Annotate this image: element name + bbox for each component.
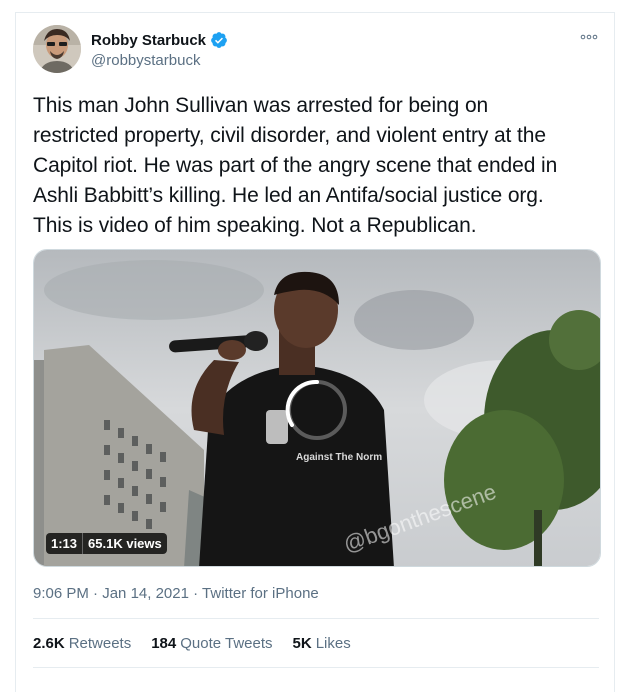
- author-name[interactable]: Robby Starbuck: [91, 32, 206, 49]
- verified-badge-icon: [210, 31, 228, 49]
- likes-count: 5K: [292, 635, 312, 652]
- video-player[interactable]: Against The Norm @bgonthescene 1:13 65.1…: [33, 249, 601, 567]
- tweet-stats: 2.6K Retweets 184 Quote Tweets 5K Likes: [33, 635, 371, 652]
- avatar-photo: [33, 25, 81, 73]
- tweet-time[interactable]: 9:06 PM: [33, 585, 89, 602]
- video-info-badges: 1:13 65.1K views: [46, 533, 167, 554]
- tweet-date[interactable]: Jan 14, 2021: [102, 585, 189, 602]
- tweet-card: Robby Starbuck @robbystarbuck This man J…: [15, 12, 615, 692]
- tweet-meta: 9:06 PM · Jan 14, 2021 · Twitter for iPh…: [33, 585, 319, 602]
- video-thumbnail: Against The Norm @bgonthescene: [34, 250, 600, 566]
- meta-separator: ·: [193, 585, 199, 602]
- likes-stat[interactable]: 5K Likes: [293, 635, 351, 652]
- quote-tweets-stat[interactable]: 184 Quote Tweets: [151, 635, 272, 652]
- quote-tweets-label: Quote Tweets: [180, 635, 273, 652]
- tweet-text-line: This is video of him speaking. Not a Rep…: [33, 214, 477, 237]
- video-views: 65.1K views: [82, 533, 167, 554]
- retweets-label: Retweets: [68, 635, 132, 652]
- tweet-text: This man John Sullivan was arrested for …: [33, 91, 608, 241]
- tweet-text-line: Ashli Babbitt’s killing. He led an Antif…: [33, 184, 544, 207]
- more-options-icon[interactable]: [579, 29, 599, 45]
- tweet-text-line: Capitol riot. He was part of the angry s…: [33, 154, 558, 177]
- video-duration: 1:13: [46, 533, 83, 554]
- retweets-stat[interactable]: 2.6K Retweets: [33, 635, 131, 652]
- tweet-text-line: This man John Sullivan was arrested for …: [33, 94, 489, 117]
- author-handle[interactable]: @robbystarbuck: [91, 52, 200, 69]
- tweet-header: Robby Starbuck @robbystarbuck: [33, 25, 599, 75]
- tweet-text-line: restricted property, civil disorder, and…: [33, 124, 546, 147]
- avatar[interactable]: [33, 25, 81, 73]
- author-name-row[interactable]: Robby Starbuck: [91, 31, 228, 49]
- meta-separator: ·: [93, 585, 99, 602]
- tweet-source[interactable]: Twitter for iPhone: [202, 585, 319, 602]
- shirt-text: Against The Norm: [296, 452, 382, 463]
- likes-label: Likes: [315, 635, 351, 652]
- retweets-count: 2.6K: [33, 635, 65, 652]
- quote-tweets-count: 184: [151, 635, 177, 652]
- divider: [33, 618, 599, 619]
- divider: [33, 667, 599, 668]
